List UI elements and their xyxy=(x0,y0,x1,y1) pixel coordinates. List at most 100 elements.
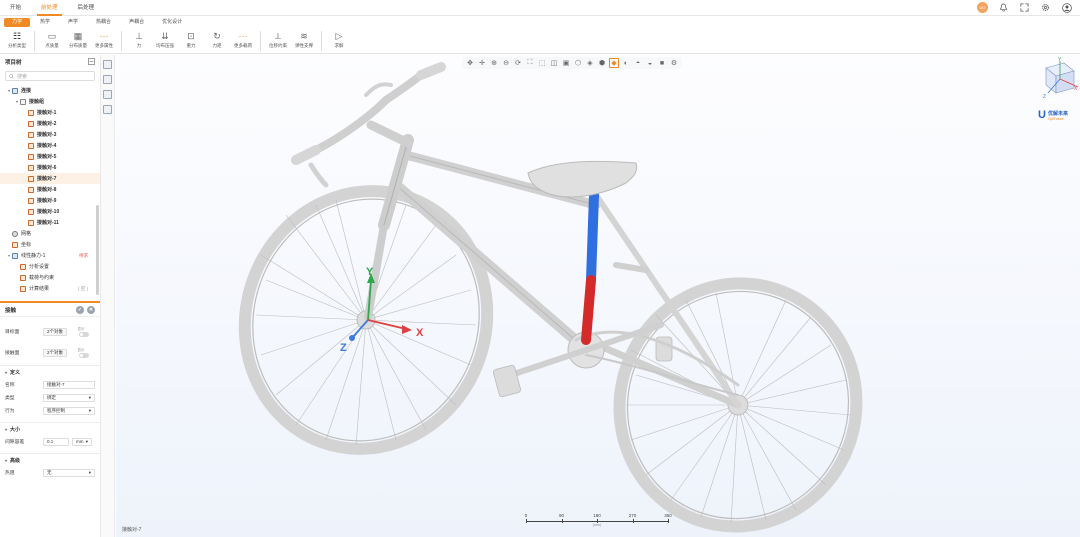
tree-item-icon xyxy=(28,131,34,138)
bicycle-model[interactable]: Y X Z Y X Z xyxy=(116,55,1080,537)
gap-unit-select[interactable]: mm ▾ xyxy=(72,437,92,446)
shaded-icon[interactable]: ◆ xyxy=(609,58,619,68)
ribbon-button-force[interactable]: ⊥ 力 xyxy=(128,28,150,49)
view-side-icon[interactable]: ◈ xyxy=(585,58,595,68)
background-icon[interactable]: ■ xyxy=(657,58,667,68)
box-select-icon[interactable]: ⬚ xyxy=(537,58,547,68)
module-tab-2[interactable]: 声学 xyxy=(60,18,86,27)
logo-subtext: OptFuture xyxy=(1047,116,1064,121)
layout-view-icon[interactable] xyxy=(103,105,112,114)
tree-node[interactable]: 计算结果 ( 空 ) xyxy=(0,283,100,294)
section-size[interactable]: ▾ 大小 xyxy=(0,422,100,435)
tree-node[interactable]: 接触对-1 xyxy=(0,107,100,118)
ribbon-label: 点质量 xyxy=(45,43,59,48)
confirm-icon[interactable]: ✓ xyxy=(76,305,84,314)
module-tab-3[interactable]: 热耦合 xyxy=(88,18,119,27)
gap-input[interactable]: 0.1 xyxy=(43,437,69,446)
account-icon[interactable] xyxy=(1061,2,1072,13)
properties-header: 接触 ✓ ✕ xyxy=(0,303,100,317)
tree-node-label: 接触对-3 xyxy=(37,132,57,138)
tree-node[interactable]: 接触对-6 xyxy=(0,162,100,173)
tree-node[interactable]: 接触对-3 xyxy=(0,129,100,140)
tree-node[interactable]: 接触对-4 xyxy=(0,140,100,151)
collapse-panel-icon[interactable] xyxy=(88,57,95,67)
ribbon-button-elastic-support[interactable]: ≋ 弹性支撑 xyxy=(293,28,315,49)
tree-node[interactable]: ▾ 接触组 xyxy=(0,96,100,107)
settings-icon[interactable]: ⚙ xyxy=(669,58,679,68)
ribbon-button-more-properties[interactable]: ⋯ 更多属性 xyxy=(93,28,115,49)
thermal-select[interactable]: 无 ▾ xyxy=(43,468,95,477)
tree-search-input[interactable]: 搜索 xyxy=(5,71,95,81)
module-tab-5[interactable]: 优化设计 xyxy=(154,18,190,27)
tree-node[interactable]: 分析设置 xyxy=(0,261,100,272)
section-define[interactable]: ▾ 定义 xyxy=(0,365,100,378)
fit-icon[interactable]: ⛶ xyxy=(525,58,535,68)
ribbon-button-displacement-constraint[interactable]: ⟂ 位移约束 xyxy=(267,28,289,49)
tree-node[interactable]: 网格 xyxy=(0,228,100,239)
ribbon-button-analysis-type[interactable]: ☷ 分析类型 xyxy=(6,28,28,49)
contact-face-field[interactable]: 2个对象 xyxy=(43,348,67,357)
list-view-icon[interactable] xyxy=(103,75,112,84)
tree-node-label: 坐标 xyxy=(21,242,32,248)
ribbon-label: 均布压强 xyxy=(156,43,174,48)
wireframe-icon[interactable]: ◫ xyxy=(549,58,559,68)
ribbon-separator xyxy=(260,31,261,51)
ribbon-button-pressure[interactable]: ⇊ 均布压强 xyxy=(154,28,176,49)
behavior-select[interactable]: 程序控制 ▾ xyxy=(43,406,95,415)
point-mass-icon: ▭ xyxy=(47,30,57,41)
fullscreen-icon[interactable] xyxy=(1019,2,1030,13)
tree-node[interactable]: 接触对-2 xyxy=(0,118,100,129)
module-tab-0[interactable]: 力学 xyxy=(4,18,31,27)
target-face-toggle[interactable] xyxy=(79,331,89,337)
tree-scrollbar[interactable] xyxy=(96,205,99,295)
close-icon[interactable]: ✕ xyxy=(87,305,95,314)
ribbon-button-solve[interactable]: ▷ 求解 xyxy=(328,28,350,49)
view-top-icon[interactable]: ⬡ xyxy=(573,58,583,68)
tree-node[interactable]: 接触对-9 xyxy=(0,195,100,206)
ribbon-button-more-loads[interactable]: ⋯ 更多载荷 xyxy=(232,28,254,49)
section-advanced[interactable]: ▾ 高级 xyxy=(0,453,100,466)
shadow-icon[interactable]: ◒ xyxy=(645,58,655,68)
view-iso-icon[interactable]: ⬢ xyxy=(597,58,607,68)
tree-node[interactable]: 接触对-11 xyxy=(0,217,100,228)
tree-node[interactable]: 坐标 xyxy=(0,239,100,250)
top-tab-2[interactable]: 后处理 xyxy=(68,0,105,16)
section-size-label: 大小 xyxy=(10,426,21,433)
tree-node[interactable]: ▾ 连接 xyxy=(0,85,100,96)
target-face-field[interactable]: 2个对象 xyxy=(43,327,67,336)
contact-face-toggle[interactable] xyxy=(79,352,89,358)
zoom-in-icon[interactable]: ⊕ xyxy=(489,58,499,68)
tree-node[interactable]: ▾ 线性静力-1 待求 xyxy=(0,250,100,261)
gear-icon[interactable] xyxy=(1040,2,1051,13)
tree-node[interactable]: 载荷与约束 xyxy=(0,272,100,283)
tree-node[interactable]: 接触对-5 xyxy=(0,151,100,162)
section-icon[interactable]: ◓ xyxy=(633,58,643,68)
table-view-icon[interactable] xyxy=(103,90,112,99)
tree-node[interactable]: 接触对-10 xyxy=(0,206,100,217)
pan-move-icon[interactable]: ✥ xyxy=(465,58,475,68)
name-input[interactable]: 接触对-7 xyxy=(43,380,95,389)
ribbon-button-distributed-mass[interactable]: ▦ 分布质量 xyxy=(67,28,89,49)
scale-bar: (mm) 0 90 180 270 360 xyxy=(525,513,672,527)
top-tab-1[interactable]: 前处理 xyxy=(31,0,68,16)
model-view-icon[interactable] xyxy=(103,60,112,69)
3d-viewport[interactable]: Y X Z Y X Z ✥ ✛ ⊕ ⊖ ⟳ ⛶ ⬚ ◫ ▣ ⬡ ◈ ⬢ ◆ ◐ ◓ ◒ ■ ⚙ U 优解未来 Op… xyxy=(116,55,1080,537)
crosshair-icon[interactable]: ✛ xyxy=(477,58,487,68)
zoom-out-icon[interactable]: ⊖ xyxy=(501,58,511,68)
type-select[interactable]: 绑定 ▾ xyxy=(43,393,95,402)
module-tab-4[interactable]: 声耦合 xyxy=(121,18,152,27)
top-tab-0[interactable]: 开始 xyxy=(0,0,31,16)
rotate-icon[interactable]: ⟳ xyxy=(513,58,523,68)
tree-node[interactable]: 接触对-8 xyxy=(0,184,100,195)
ribbon-button-gravity[interactable]: ⊡ 重力 xyxy=(180,28,202,49)
bell-icon[interactable] xyxy=(998,2,1009,13)
ribbon-button-point-mass[interactable]: ▭ 点质量 xyxy=(41,28,63,49)
user-badge-icon[interactable]: UG xyxy=(977,2,988,13)
tree-item-icon xyxy=(20,263,26,270)
ribbon-button-moment[interactable]: ↻ 力矩 xyxy=(206,28,228,49)
render-mode-icon[interactable]: ◐ xyxy=(621,58,631,68)
tree-node[interactable]: 接触对-7 xyxy=(0,173,100,184)
contact-face-row: 接触面 2个对象 显示 xyxy=(0,346,100,359)
module-tab-1[interactable]: 热学 xyxy=(32,18,58,27)
view-front-icon[interactable]: ▣ xyxy=(561,58,571,68)
